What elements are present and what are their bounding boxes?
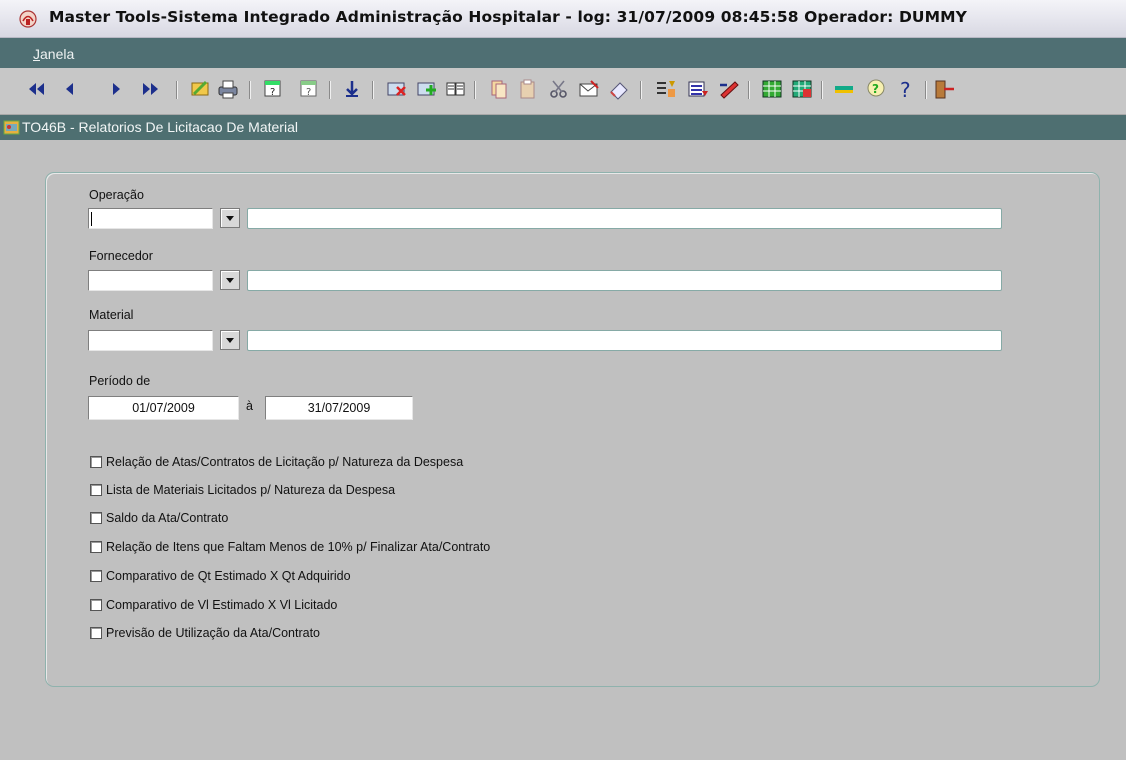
chevron-down-icon [226,278,234,283]
periodo-label: Período de [89,374,151,388]
toolbar-separator [249,81,251,99]
duplicate-record-icon[interactable] [443,77,467,101]
menu-item-janela[interactable]: Janela [33,46,74,62]
toolbar-separator [821,81,823,99]
query-icon[interactable]: ? [262,77,286,101]
material-code-input[interactable] [88,330,213,351]
toolbar-separator [748,81,750,99]
form-title: TO46B - Relatorios De Licitacao De Mater… [22,119,298,135]
print-icon[interactable] [216,77,240,101]
chevron-down-icon [226,338,234,343]
svg-text:?: ? [270,87,275,98]
chevron-down-icon [226,216,234,221]
fornecedor-label: Fornecedor [89,249,153,263]
toolbar-separator [640,81,642,99]
next-record-icon[interactable] [104,77,128,101]
text-cursor [91,212,92,226]
report-checkbox-comparativo-vl[interactable] [90,599,102,611]
operacao-description-input[interactable] [247,208,1002,229]
list-values-icon[interactable] [686,77,710,101]
periodo-separator: à [246,399,253,413]
toolbar-separator [372,81,374,99]
list-icon[interactable] [653,77,677,101]
mail-icon[interactable] [577,77,601,101]
paste-icon[interactable] [516,77,540,101]
form-icon [3,119,20,136]
operacao-label: Operação [89,188,144,202]
help-hint-icon[interactable]: ? [865,77,889,101]
material-label: Material [89,308,134,322]
save-icon[interactable] [340,77,364,101]
periodo-start-date-input[interactable]: 01/07/2009 [88,396,239,420]
report-label-lista-materiais[interactable]: Lista de Materiais Licitados p/ Natureza… [106,483,395,497]
eraser-icon[interactable] [607,77,631,101]
report-checkbox-saldo-ata[interactable] [90,512,102,524]
report-checkbox-lista-materiais[interactable] [90,484,102,496]
edit-field-icon[interactable] [717,77,741,101]
report-label-itens-faltam[interactable]: Relação de Itens que Faltam Menos de 10%… [106,540,490,554]
exit-icon[interactable] [932,77,956,101]
operacao-dropdown-button[interactable] [220,208,240,228]
periodo-end-date-input[interactable]: 31/07/2009 [265,396,413,420]
operacao-code-input[interactable] [88,208,213,229]
last-record-icon[interactable] [138,77,162,101]
grid-alt-icon[interactable] [790,77,814,101]
help-icon[interactable]: ? [895,77,919,101]
fornecedor-dropdown-button[interactable] [220,270,240,290]
app-logo-icon [18,9,38,29]
report-label-previsao-utilizacao[interactable]: Previsão de Utilização da Ata/Contrato [106,626,320,640]
svg-text:?: ? [872,82,879,96]
menu-item-janela-label: anela [40,46,75,62]
report-label-saldo-ata[interactable]: Saldo da Ata/Contrato [106,511,228,525]
window-title: Master Tools-Sistema Integrado Administr… [49,8,967,26]
copy-icon[interactable] [487,77,511,101]
report-checkbox-atas-contratos[interactable] [90,456,102,468]
form-title-bar: TO46B - Relatorios De Licitacao De Mater… [0,115,1126,140]
svg-text:?: ? [306,87,311,98]
menu-item-janela-mnemonic: J [33,46,40,62]
first-record-icon[interactable] [25,77,49,101]
cut-icon[interactable] [547,77,571,101]
fornecedor-code-input[interactable] [88,270,213,291]
report-checkbox-itens-faltam[interactable] [90,541,102,553]
report-label-atas-contratos[interactable]: Relação de Atas/Contratos de Licitação p… [106,455,463,469]
toolbar-separator [176,81,178,99]
fornecedor-description-input[interactable] [247,270,1002,291]
material-description-input[interactable] [247,330,1002,351]
color-icon[interactable] [832,77,856,101]
toolbar: ? ? ? ? [0,68,1126,115]
toolbar-separator [329,81,331,99]
execute-query-icon[interactable]: ? [297,77,321,101]
previous-record-icon[interactable] [58,77,82,101]
report-label-comparativo-qt[interactable]: Comparativo de Qt Estimado X Qt Adquirid… [106,569,351,583]
report-checkbox-comparativo-qt[interactable] [90,570,102,582]
window-title-bar: Master Tools-Sistema Integrado Administr… [0,0,1126,38]
svg-text:?: ? [900,78,911,101]
clear-record-icon[interactable] [385,77,409,101]
report-checkbox-previsao-utilizacao[interactable] [90,627,102,639]
insert-record-icon[interactable] [415,77,439,101]
material-dropdown-button[interactable] [220,330,240,350]
toolbar-separator [925,81,927,99]
report-label-comparativo-vl[interactable]: Comparativo de Vl Estimado X Vl Licitado [106,598,337,612]
grid-icon[interactable] [760,77,784,101]
menu-bar: Janela [0,38,1126,68]
edit-icon[interactable] [188,77,212,101]
toolbar-separator [474,81,476,99]
